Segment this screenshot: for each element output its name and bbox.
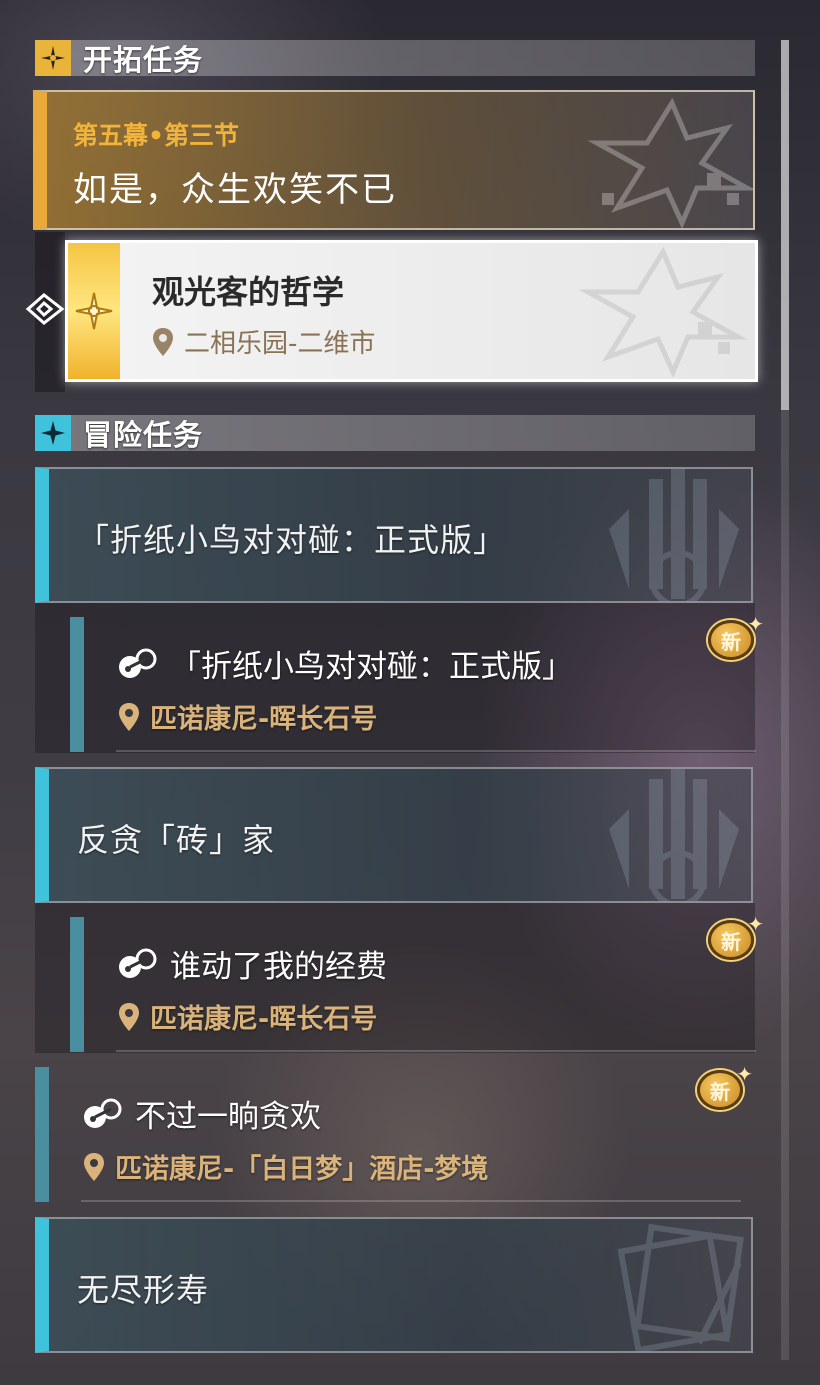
quest-item[interactable]: 「折纸小鸟对对碰：正式版」 匹诺康尼-晖长石号 (70, 617, 756, 752)
location-pin-icon (119, 1002, 139, 1031)
quest-title: 谁动了我的经费 (170, 949, 387, 985)
chapter-subtitle: 第五幕•第三节 (73, 121, 239, 150)
group-title: 无尽形寿 (77, 1271, 210, 1309)
quest-bar (70, 917, 84, 1052)
adventure-section-header: 冒险任务 (35, 415, 755, 452)
trailblaze-quest-icon (68, 243, 120, 379)
quest-title: 「折纸小鸟对对碰：正式版」 (170, 649, 573, 685)
quest-location: 匹诺康尼-晖长石号 (118, 997, 377, 1036)
adventure-group-card[interactable]: 无尽形寿 (35, 1217, 753, 1353)
sparkle-icon: ✦ (747, 912, 764, 936)
selected-quest-card[interactable]: 观光客的哲学 二相乐园-二维市 (65, 240, 758, 382)
adventure-icon (35, 415, 71, 451)
quest-title-row: 不过一晌贪欢 (83, 1091, 321, 1136)
chapter-card[interactable]: 第五幕•第三节 如是，众生欢笑不已 (33, 90, 755, 230)
scrollbar-thumb[interactable] (781, 40, 789, 410)
location-text: 匹诺康尼-晖长石号 (150, 704, 378, 735)
quest-type-icon (84, 1098, 122, 1128)
quest-location: 匹诺康尼-「白日梦」酒店-梦境 (83, 1147, 488, 1186)
quest-title-row: 「折纸小鸟对对碰：正式版」 (118, 641, 573, 686)
adventure-group-card[interactable]: 反贪「砖」家 (35, 767, 753, 903)
quest-title: 观光客的哲学 (152, 273, 345, 311)
chapter-title: 如是，众生欢笑不已 (73, 170, 397, 210)
group-emblem-icon (609, 769, 739, 901)
location-text: 匹诺康尼-「白日梦」酒店-梦境 (115, 1154, 489, 1185)
quest-location: 二相乐园-二维市 (152, 323, 375, 360)
quest-type-icon (119, 648, 157, 678)
section-title: 冒险任务 (83, 418, 204, 452)
scrollbar[interactable] (781, 40, 789, 1360)
quest-bar (35, 1067, 49, 1202)
new-badge-icon: 新 ✦ (708, 612, 764, 660)
group-title: 「折纸小鸟对对碰：正式版」 (77, 521, 507, 559)
location-pin-icon (153, 327, 173, 356)
sparkle-icon: ✦ (736, 1062, 753, 1086)
quest-item[interactable]: 谁动了我的经费 匹诺康尼-晖长石号 (70, 917, 756, 1052)
quest-emblem-icon (578, 247, 748, 377)
group-emblem-icon (617, 1223, 744, 1351)
group-emblem-icon (609, 469, 739, 601)
quest-location: 匹诺康尼-晖长石号 (118, 697, 377, 736)
new-badge-icon: 新 ✦ (708, 912, 764, 960)
quest-type-icon (119, 948, 157, 978)
selection-pointer-icon (24, 292, 66, 330)
section-title: 开拓任务 (83, 43, 204, 77)
group-title: 反贪「砖」家 (77, 821, 276, 859)
chapter-emblem-icon (587, 98, 753, 228)
new-badge-icon: 新 ✦ (697, 1062, 753, 1110)
quest-divider (116, 1050, 756, 1052)
quest-divider (116, 750, 756, 752)
quest-item[interactable]: 不过一晌贪欢 匹诺康尼-「白日梦」酒店-梦境 (35, 1067, 741, 1202)
quest-divider (81, 1200, 741, 1202)
location-text: 匹诺康尼-晖长石号 (150, 1004, 378, 1035)
sparkle-icon: ✦ (747, 612, 764, 636)
quest-title-row: 谁动了我的经费 (118, 941, 387, 986)
quest-title: 不过一晌贪欢 (135, 1099, 321, 1135)
adventure-group-card[interactable]: 「折纸小鸟对对碰：正式版」 (35, 467, 753, 603)
quest-bar (70, 617, 84, 752)
trailblaze-icon (35, 40, 71, 76)
location-pin-icon (119, 702, 139, 731)
trailblaze-section-header: 开拓任务 (35, 40, 755, 77)
location-pin-icon (84, 1152, 104, 1181)
location-text: 二相乐园-二维市 (184, 329, 376, 359)
